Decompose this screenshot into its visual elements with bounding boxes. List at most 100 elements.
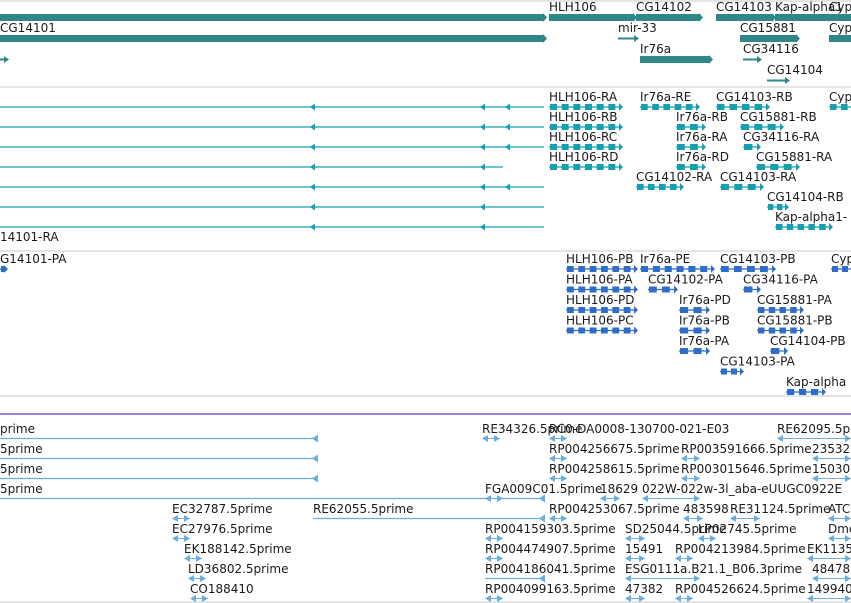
transcript-feature-hlh106-rd[interactable]: HLH106-RD bbox=[549, 150, 623, 171]
protein-feature-hlh106-pb[interactable]: HLH106-PB bbox=[566, 252, 638, 273]
protein-feature-cg14103-pb[interactable]: CG14103-PB bbox=[720, 252, 796, 273]
protein-feature-cg15881-pa[interactable]: CG15881-PA bbox=[757, 293, 833, 314]
est-feature-5prime[interactable]: 5prime bbox=[0, 482, 545, 503]
protein-track: G14101-PA HLH106-PB Ir76a-PE CG14103-PB Cyp H… bbox=[0, 252, 851, 396]
transcript-feature-cg14103-ra[interactable]: CG14103-RA bbox=[720, 170, 797, 191]
est-feature-ld36802-5prime[interactable]: LD36802.5prime bbox=[188, 562, 289, 582]
est-feature-prime[interactable]: prime bbox=[0, 422, 318, 443]
protein-feature-g14101-pa[interactable]: G14101-PA bbox=[0, 252, 67, 273]
est-feature-rp004256675-5prime[interactable]: RP004256675.5prime bbox=[549, 442, 680, 462]
protein-feature-cg14103-pa[interactable]: CG14103-PA bbox=[720, 355, 796, 376]
gene-feature-cyp[interactable]: Cyp bbox=[829, 21, 851, 42]
protein-feature-ir76a-pe[interactable]: Ir76a-PE bbox=[640, 252, 715, 273]
est-feature-149940[interactable]: 149940 bbox=[807, 582, 851, 602]
protein-feature-hlh106-pa[interactable]: HLH106-PA bbox=[566, 273, 638, 294]
est-feature-ek1135[interactable]: EK1135 bbox=[807, 542, 851, 562]
transcript-feature-unnamed[interactable] bbox=[0, 143, 544, 151]
gene-feature-cg14101[interactable]: CG14101 bbox=[0, 21, 547, 43]
transcript-feature-hlh106-rb[interactable]: HLH106-RB bbox=[549, 110, 623, 131]
est-feature-re31124-5prime[interactable]: RE31124.5prime bbox=[730, 502, 831, 522]
gene-feature-ir76a[interactable]: Ir76a bbox=[640, 42, 713, 64]
est-feature-co188410[interactable]: CO188410 bbox=[190, 582, 254, 602]
transcript-feature-unnamed[interactable] bbox=[0, 103, 544, 111]
gene-feature-cg14104[interactable]: CG14104 bbox=[767, 63, 823, 84]
est-feature-rp004526624-5prime[interactable]: RP004526624.5prime bbox=[675, 582, 806, 602]
est-feature-ec27976-5prime[interactable]: EC27976.5prime bbox=[172, 522, 273, 542]
protein-feature-hlh106-pc[interactable]: HLH106-PC bbox=[566, 314, 638, 335]
transcript-feature-unnamed[interactable] bbox=[0, 183, 544, 191]
est-feature-lp02745-5prime[interactable]: LP02745.5prime bbox=[698, 522, 797, 542]
est-feature-rp004213984-5prime[interactable]: RP004213984.5prime bbox=[675, 542, 806, 562]
transcript-feature-cg14103-rb[interactable]: CG14103-RB bbox=[716, 90, 793, 111]
est-feature-rp003591666-5prime[interactable]: RP003591666.5prime bbox=[681, 442, 812, 462]
est-feature-ec32787-5prime[interactable]: EC32787.5prime bbox=[172, 502, 273, 522]
transcript-feature-cg15881-ra[interactable]: CG15881-RA bbox=[756, 150, 833, 171]
gene-feature-cg15881[interactable]: CG15881 bbox=[740, 21, 800, 43]
protein-feature-hlh106-pd[interactable]: HLH106-PD bbox=[566, 293, 638, 314]
transcript-feature-ir76a-rb[interactable]: Ir76a-RB bbox=[676, 110, 728, 131]
protein-feature-ir76a-pa[interactable]: Ir76a-PA bbox=[679, 334, 730, 355]
est-feature-47382[interactable]: 47382 bbox=[625, 582, 663, 602]
protein-feature-ir76a-pb[interactable]: Ir76a-PB bbox=[679, 314, 730, 335]
transcript-feature-cg14104-rb[interactable]: CG14104-RB bbox=[767, 190, 844, 211]
est-feature-ek188142-5prime[interactable]: EK188142.5prime bbox=[184, 542, 292, 562]
est-feature-rp004186041-5prime[interactable]: RP004186041.5prime bbox=[485, 562, 616, 583]
gene-feature-mir-33[interactable]: mir-33 bbox=[618, 21, 657, 42]
est-feature-rp004159303-5prime[interactable]: RP004159303.5prime bbox=[485, 522, 616, 542]
est-feature-rp003015646-5prime[interactable]: RP003015646.5prime bbox=[681, 462, 812, 482]
transcript-feature-unnamed[interactable] bbox=[0, 203, 544, 211]
gene-feature-cg34116[interactable]: CG34116 bbox=[743, 42, 799, 63]
transcript-feature-kap-alpha1[interactable]: Kap-alpha1- bbox=[775, 210, 847, 231]
gene-feature-hlh106[interactable]: HLH106 bbox=[549, 0, 637, 22]
est-feature-re62055-5prime[interactable]: RE62055.5prime bbox=[313, 502, 545, 523]
est-feature-15030[interactable]: 15030 bbox=[812, 462, 851, 482]
est-feature-18629[interactable]: 18629 bbox=[600, 482, 638, 502]
protein-feature-cg14102-pa[interactable]: CG14102-PA bbox=[648, 273, 724, 294]
est-feature-23532[interactable]: 23532 bbox=[812, 442, 851, 462]
gene-feature-cyp[interactable]: Cyp bbox=[829, 0, 851, 21]
transcript-feature-hlh106-rc[interactable]: HLH106-RC bbox=[549, 130, 623, 151]
est-feature-re62095-5p[interactable]: RE62095.5p bbox=[777, 422, 851, 442]
est-feature-rp004253067-5prime[interactable]: RP004253067.5prime bbox=[549, 502, 680, 522]
protein-feature-cyp[interactable]: Cyp bbox=[831, 252, 851, 273]
est-feature-484780[interactable]: 484780 bbox=[812, 562, 851, 582]
transcript-feature-cg14102-ra[interactable]: CG14102-RA bbox=[636, 170, 713, 191]
protein-feature-ir76a-pd[interactable]: Ir76a-PD bbox=[679, 293, 731, 314]
transcript-feature-cyp[interactable]: Cyp bbox=[829, 90, 851, 111]
transcript-feature-ir76a-re[interactable]: Ir76a-RE bbox=[640, 90, 700, 111]
transcript-feature-unnamed[interactable] bbox=[0, 123, 544, 131]
transcript-feature-14101-ra[interactable]: 14101-RA bbox=[0, 230, 59, 244]
est-feature-dme[interactable]: Dme bbox=[828, 522, 851, 542]
gene-feature-unnamed[interactable] bbox=[0, 56, 9, 63]
transcript-feature-ir76a-rd[interactable]: Ir76a-RD bbox=[676, 150, 729, 171]
est-feature-rp004258615-5prime[interactable]: RP004258615.5prime bbox=[549, 462, 680, 482]
est-feature-atc[interactable]: ATC bbox=[828, 502, 851, 522]
transcript-feature-cg15881-rb[interactable]: CG15881-RB bbox=[740, 110, 817, 131]
est-label: 47382 bbox=[625, 582, 663, 596]
est-feature-esg0111a-b21-1-b06-3prime[interactable]: ESG0111a.B21.1_B06.3prime bbox=[625, 562, 802, 582]
est-feature-5prime[interactable]: 5prime bbox=[0, 462, 318, 483]
genome-browser-tracks: HLH106 CG14102 CG14103 Kap-alpha1CypCG14101… bbox=[0, 0, 851, 603]
est-feature-15491[interactable]: 15491 bbox=[625, 542, 663, 562]
transcript-feature-cg34116-ra[interactable]: CG34116-RA bbox=[743, 130, 820, 151]
transcript-feature-hlh106-ra[interactable]: HLH106-RA bbox=[549, 90, 623, 111]
protein-feature-kap-alpha[interactable]: Kap-alpha bbox=[786, 375, 846, 396]
est-feature-rc0-da0008-130700-021-e03[interactable]: RC0-DA0008-130700-021-E03 bbox=[549, 422, 729, 442]
est-feature-rp004474907-5prime[interactable]: RP004474907.5prime bbox=[485, 542, 616, 562]
protein-feature-cg15881-pb[interactable]: CG15881-PB bbox=[757, 314, 833, 335]
protein-label: HLH106-PC bbox=[566, 314, 634, 328]
transcript-feature-ir76a-ra[interactable]: Ir76a-RA bbox=[676, 130, 728, 151]
strand-mark bbox=[200, 575, 206, 582]
transcript-label: 14101-RA bbox=[0, 230, 59, 244]
gene-feature-cg14102[interactable]: CG14102 bbox=[636, 0, 703, 22]
est-feature-rp004099163-5prime[interactable]: RP004099163.5prime bbox=[485, 582, 616, 602]
protein-feature-cg34116-pa[interactable]: CG34116-PA bbox=[743, 273, 819, 294]
transcript-feature-unnamed[interactable] bbox=[0, 163, 503, 171]
transcript-feature-unnamed[interactable] bbox=[0, 223, 544, 231]
gene-feature-unnamed[interactable] bbox=[0, 13, 547, 22]
protein-feature-cg14104-pb[interactable]: CG14104-PB bbox=[770, 334, 846, 355]
est-feature-022w-022w-3l-aba-euugc0922e[interactable]: 022W-022w-3l_aba-eUUGC0922E bbox=[642, 482, 842, 502]
gene-feature-cg14103[interactable]: CG14103 bbox=[716, 0, 776, 22]
est-feature-5prime[interactable]: 5prime bbox=[0, 442, 318, 463]
est-feature-483598[interactable]: 483598 bbox=[683, 502, 729, 522]
